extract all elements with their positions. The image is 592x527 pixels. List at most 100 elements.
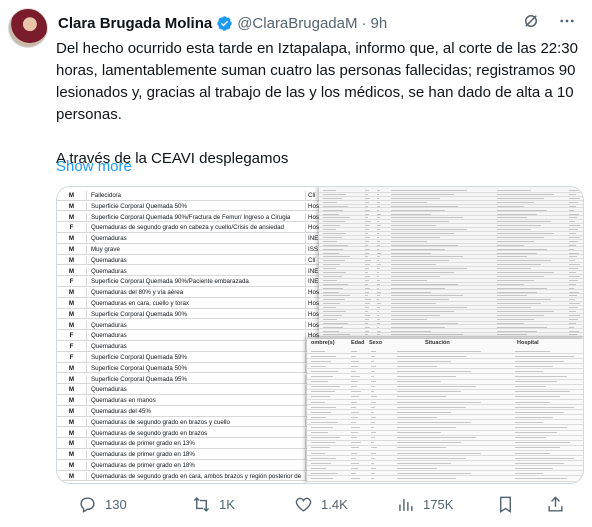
blurred-cell	[497, 291, 538, 293]
blurred-cell	[371, 427, 375, 429]
blurred-cell	[371, 350, 376, 352]
table-row: M Quemaduras del 80% y vía aérea Hos	[57, 288, 319, 298]
blurred-cell	[397, 406, 466, 408]
blurred-cell	[391, 205, 459, 207]
views-button[interactable]: 175K	[396, 495, 453, 514]
author-handle[interactable]: @ClaraBrugadaM	[237, 15, 357, 32]
blurred-cell	[323, 291, 339, 293]
blurred-cell	[365, 318, 370, 320]
blurred-cell	[351, 406, 356, 408]
blurred-cell	[377, 260, 380, 261]
blurred-cell	[365, 314, 371, 316]
blurred-cell	[569, 236, 581, 238]
blurred-cell	[391, 197, 441, 199]
blurred-cell	[391, 268, 467, 269]
like-button[interactable]: 1.4K	[294, 495, 348, 514]
situation-cell: Quemaduras de segundo grado en brazos	[91, 429, 208, 437]
blurred-cell	[323, 330, 339, 332]
repost-button[interactable]: 1K	[192, 495, 235, 514]
blurred-cell	[365, 233, 368, 234]
blurred-cell	[323, 225, 341, 226]
blurred-cell	[377, 229, 381, 230]
blurred-cell	[371, 355, 375, 357]
blurred-cell	[569, 307, 578, 308]
more-options-icon[interactable]	[558, 12, 576, 30]
blurred-cell	[569, 225, 580, 226]
blurred-cell	[497, 213, 538, 215]
reply-button[interactable]: 130	[78, 495, 127, 514]
table-row: M Superficie Corporal Quemada 90% Hos	[57, 309, 319, 320]
table-row: M Quemaduras en cara, cuello y torax Hos	[57, 299, 319, 309]
blurred-cell	[377, 268, 381, 269]
bookmark-button[interactable]	[496, 495, 523, 514]
blurred-cell	[497, 240, 534, 242]
table-row: F Quemaduras de segundo grado en cabeza y…	[57, 223, 319, 233]
reply-count: 130	[105, 496, 127, 512]
blurred-cell	[397, 427, 457, 429]
hospital-cell: ISS	[305, 245, 319, 254]
blurred-cell	[497, 275, 544, 277]
blurred-cell	[323, 248, 344, 250]
blurred-cell	[365, 322, 369, 324]
hospital-cell: Hos	[305, 288, 319, 297]
blurred-cell	[515, 467, 554, 469]
blurred-cell	[497, 326, 548, 328]
blurred-cell	[497, 221, 551, 222]
blurred-row	[307, 477, 583, 482]
blurred-cell	[323, 275, 342, 277]
situation-cell: Quemaduras en cara, cuello y torax	[91, 300, 190, 307]
share-button[interactable]	[546, 495, 573, 514]
blurred-cell	[497, 318, 534, 320]
blurred-cell	[377, 283, 380, 285]
blurred-cell	[371, 457, 375, 459]
blurred-cell	[569, 252, 580, 254]
blurred-cell	[497, 260, 551, 261]
blurred-cell	[323, 272, 347, 273]
blurred-cell	[515, 386, 547, 388]
blurred-cell	[371, 406, 375, 408]
blurred-cell	[569, 264, 580, 265]
blurred-cell	[569, 209, 575, 211]
blurred-cell	[391, 194, 454, 195]
blurred-cell	[377, 209, 380, 211]
blurred-cell	[377, 221, 380, 222]
blurred-cell	[323, 229, 336, 230]
blurred-cell	[351, 376, 360, 378]
blurred-cell	[377, 190, 381, 191]
blurred-cell	[323, 307, 336, 308]
sex-cell: M	[57, 396, 87, 405]
blurred-cell	[391, 240, 427, 242]
verified-badge-icon	[217, 15, 232, 31]
blurred-cell	[371, 452, 376, 454]
blurred-cell	[351, 442, 361, 444]
table-row: M Quemaduras de segundo grado en brazos y…	[57, 417, 319, 428]
grok-icon[interactable]	[522, 12, 540, 30]
blurred-cell	[311, 370, 338, 372]
blurred-cell	[365, 279, 370, 281]
blurred-cell	[365, 236, 371, 238]
blurred-cell	[397, 381, 442, 383]
sex-cell: M	[57, 266, 87, 276]
blurred-cell	[497, 233, 554, 234]
blurred-cell	[497, 330, 538, 332]
blurred-cell	[569, 326, 575, 328]
author-name[interactable]: Clara Brugada Molina	[58, 15, 212, 32]
timestamp[interactable]: 9h	[370, 15, 387, 32]
blurred-cell	[391, 311, 454, 312]
blurred-cell	[311, 381, 328, 383]
blurred-cell	[515, 457, 574, 459]
blurred-cell	[365, 303, 370, 304]
blurred-cell	[391, 272, 454, 273]
situation-cell: Superficie Corporal Quemada 59%	[91, 354, 187, 361]
tweet-media-image[interactable]: M Fallecido/a Clí M Superficie Corporal Quem…	[56, 186, 584, 484]
sex-cell: M	[57, 417, 87, 427]
blurred-cell	[397, 370, 471, 372]
table-row: FSuperficie Corporal Quemada 59%Hos	[57, 353, 319, 363]
blurred-cell	[365, 225, 370, 226]
blurred-cell	[377, 264, 381, 265]
show-more-link[interactable]: Show more	[56, 158, 132, 175]
blurred-cell	[391, 209, 445, 211]
blurred-cell	[365, 205, 369, 207]
avatar[interactable]	[8, 8, 48, 48]
situation-cell: Superficie Corporal Quemada 90%/Paciente…	[91, 278, 249, 286]
